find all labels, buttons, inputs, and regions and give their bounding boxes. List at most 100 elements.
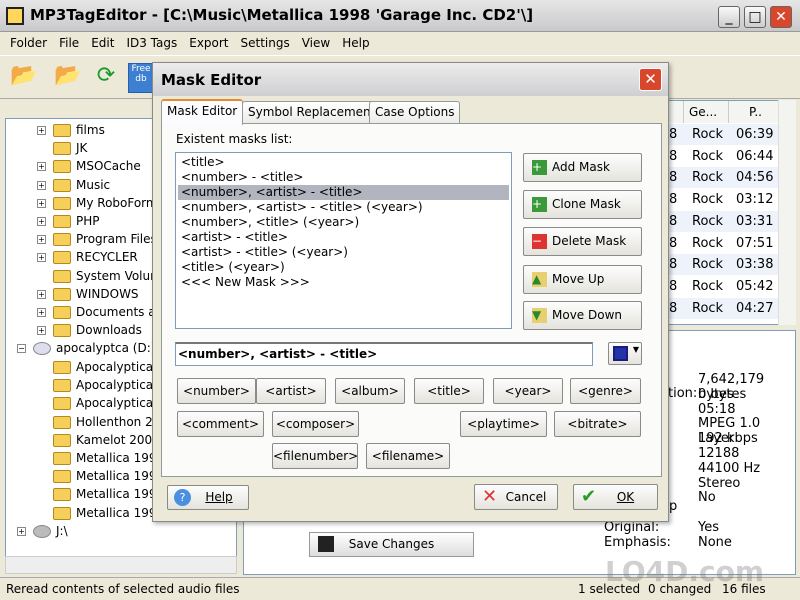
menu-help[interactable]: Help bbox=[336, 32, 375, 55]
tag-button-playtime[interactable]: <playtime> bbox=[460, 411, 547, 437]
detail-value: 12188 bbox=[698, 446, 740, 461]
cell-time: 07:51 bbox=[736, 235, 774, 251]
menu-settings[interactable]: Settings bbox=[235, 32, 296, 55]
tag-button-filename[interactable]: <filename> bbox=[366, 443, 450, 469]
folder-icon bbox=[53, 233, 71, 247]
expand-icon[interactable]: + bbox=[37, 198, 46, 208]
column-header-genre[interactable]: Ge... bbox=[684, 101, 729, 123]
tree-item-label: Program Files bbox=[76, 232, 157, 247]
clone-mask-button[interactable]: + Clone Mask bbox=[523, 190, 642, 219]
tag-button-year[interactable]: <year> bbox=[493, 378, 563, 404]
detail-value: No bbox=[698, 490, 716, 506]
freedb-button[interactable]: Free db bbox=[128, 63, 154, 93]
expand-icon[interactable]: + bbox=[37, 235, 46, 245]
mask-list-item[interactable]: <number> - <title> bbox=[178, 170, 509, 185]
dialog-close-button[interactable]: ✕ bbox=[639, 68, 662, 91]
tree-item-label: Kamelot 2000 bbox=[76, 432, 160, 447]
add-icon: + bbox=[532, 160, 547, 175]
cell-year: 8 bbox=[669, 127, 678, 142]
mask-list-item[interactable]: <<< New Mask >>> bbox=[178, 275, 509, 290]
menu-view[interactable]: View bbox=[296, 32, 336, 55]
expand-icon[interactable]: + bbox=[37, 217, 46, 226]
move-down-button[interactable]: ▼ Move Down bbox=[523, 301, 642, 330]
tree-item[interactable]: + J:\ bbox=[6, 523, 236, 541]
move-up-button[interactable]: ▲ Move Up bbox=[523, 265, 642, 294]
tree-horizontal-scrollbar[interactable] bbox=[5, 556, 237, 574]
expand-icon[interactable]: + bbox=[37, 308, 46, 317]
open-folder-icon[interactable]: 📂 bbox=[52, 63, 84, 93]
expand-icon[interactable]: + bbox=[37, 253, 46, 263]
watermark: LO4D.com bbox=[605, 555, 765, 588]
expand-icon[interactable]: + bbox=[37, 126, 46, 135]
mask-list-item[interactable]: <artist> - <title> (<year>) bbox=[178, 245, 509, 260]
menu-edit[interactable]: Edit bbox=[85, 32, 120, 55]
file-list-scrollbar[interactable] bbox=[778, 100, 796, 325]
tree-item-label: apocalyptca (D:) bbox=[56, 341, 156, 355]
tag-button-composer[interactable]: <composer> bbox=[272, 411, 359, 437]
tag-button-genre[interactable]: <genre> bbox=[570, 378, 641, 404]
mask-input[interactable]: <number>, <artist> - <title> bbox=[175, 342, 593, 366]
folder-icon bbox=[53, 160, 71, 174]
menu-folder[interactable]: Folder bbox=[4, 32, 53, 55]
tag-button-title[interactable]: <title> bbox=[414, 378, 484, 404]
tag-button-comment[interactable]: <comment> bbox=[177, 411, 264, 437]
tag-button-filenumber[interactable]: <filenumber> bbox=[272, 443, 358, 469]
column-header-playtime[interactable]: P.. bbox=[729, 101, 779, 123]
folder-icon bbox=[53, 196, 71, 210]
mask-list-item[interactable]: <number>, <artist> - <title> (<year>) bbox=[178, 200, 509, 215]
tree-item-label: Apocalyptica bbox=[76, 360, 154, 374]
mask-list-item[interactable]: <number>, <title> (<year>) bbox=[178, 215, 509, 230]
tag-button-bitrate[interactable]: <bitrate> bbox=[554, 411, 641, 437]
mask-list-item[interactable]: <title> (<year>) bbox=[178, 260, 509, 275]
tree-item-label: films bbox=[76, 123, 105, 137]
masks-list[interactable]: <title> <number> - <title> <number>, <arti… bbox=[175, 152, 512, 329]
status-message: Reread contents of selected audio files bbox=[6, 582, 240, 596]
menu-id3-tags[interactable]: ID3 Tags bbox=[120, 32, 183, 55]
expand-icon[interactable]: + bbox=[37, 162, 46, 172]
menu-file[interactable]: File bbox=[53, 32, 85, 55]
checkmark-icon: ✔ bbox=[581, 486, 597, 507]
save-changes-button[interactable]: Save Changes bbox=[309, 532, 474, 557]
menu-export[interactable]: Export bbox=[183, 32, 234, 55]
expand-icon[interactable]: + bbox=[37, 326, 46, 336]
cell-genre: Rock bbox=[692, 192, 724, 208]
tag-button-artist[interactable]: <artist> bbox=[256, 378, 326, 404]
arrow-up-icon: ▲ bbox=[532, 272, 547, 287]
mask-list-item[interactable]: <title> bbox=[178, 155, 509, 170]
menu-bar: Folder File Edit ID3 Tags Export Settings View… bbox=[0, 32, 800, 56]
minimize-button[interactable]: _ bbox=[718, 6, 740, 28]
tree-item-label: Apocalyptica bbox=[76, 396, 154, 411]
mask-list-item[interactable]: <number>, <artist> - <title> bbox=[178, 185, 509, 200]
tree-item-label: Downloads bbox=[76, 323, 142, 338]
refresh-icon[interactable]: ⟳ bbox=[90, 63, 122, 93]
collapse-icon[interactable]: − bbox=[17, 344, 26, 353]
tag-button-number[interactable]: <number> bbox=[177, 378, 256, 404]
tab-mask-editor[interactable]: Mask Editor bbox=[161, 99, 244, 125]
tab-symbol-replacement[interactable]: Symbol Replacement bbox=[242, 101, 382, 124]
delete-mask-button[interactable]: − Delete Mask bbox=[523, 227, 642, 256]
open-folder-tree-icon[interactable]: 📂 bbox=[8, 63, 40, 93]
expand-icon[interactable]: + bbox=[17, 527, 26, 536]
mask-list-item[interactable]: <artist> - <title> bbox=[178, 230, 509, 245]
tab-case-options[interactable]: Case Options bbox=[369, 101, 461, 124]
save-mask-dropdown[interactable]: ▼ bbox=[608, 342, 642, 365]
folder-icon bbox=[53, 215, 71, 228]
detail-label-partial: tion: bbox=[668, 386, 698, 401]
ok-button[interactable]: ✔ OK bbox=[573, 484, 658, 510]
expand-icon[interactable]: + bbox=[37, 289, 46, 299]
cancel-button[interactable]: ✕ Cancel bbox=[474, 484, 558, 510]
folder-icon bbox=[53, 306, 71, 319]
folder-icon bbox=[53, 361, 71, 374]
add-mask-button[interactable]: + Add Mask bbox=[523, 153, 642, 182]
save-icon bbox=[318, 536, 334, 552]
cancel-x-icon: ✕ bbox=[482, 486, 498, 507]
cell-year: 8 bbox=[669, 148, 678, 164]
tag-button-album[interactable]: <album> bbox=[335, 378, 405, 404]
cell-year: 8 bbox=[669, 192, 678, 208]
tree-item-label: Hollenthon 20 bbox=[76, 414, 161, 429]
expand-icon[interactable]: + bbox=[37, 180, 46, 190]
help-button[interactable]: ? Help bbox=[167, 485, 249, 510]
close-button[interactable]: ✕ bbox=[770, 6, 792, 28]
maximize-button[interactable]: □ bbox=[744, 6, 766, 28]
detail-value: 192 kbps bbox=[698, 431, 758, 447]
